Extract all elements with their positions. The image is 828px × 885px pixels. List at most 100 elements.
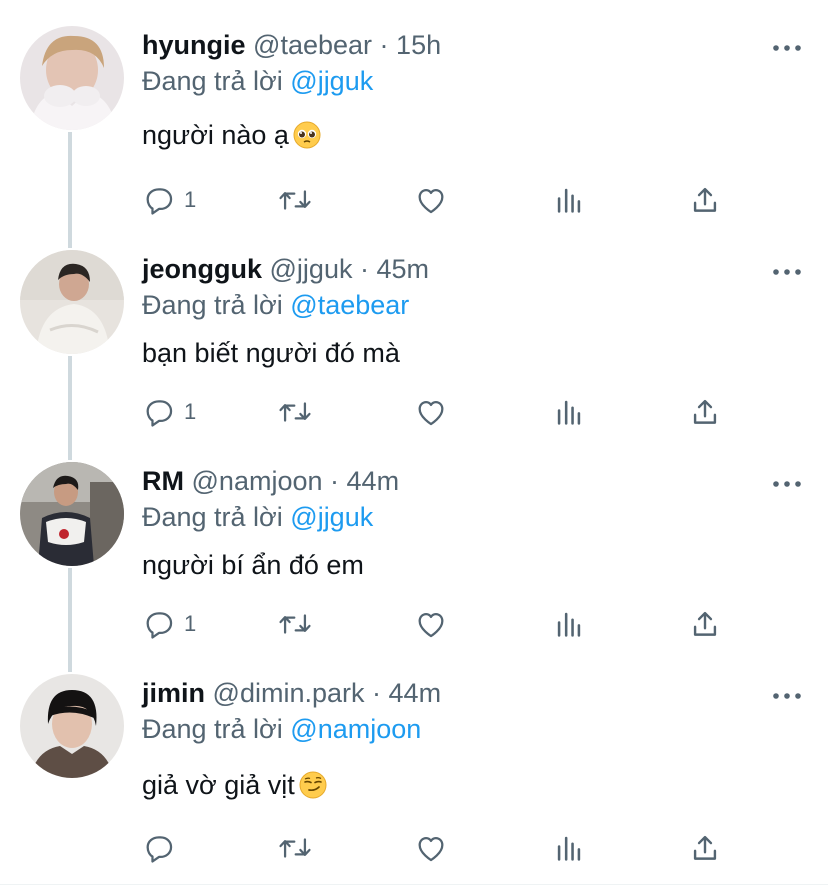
share-icon (693, 399, 717, 424)
views-button[interactable] (552, 830, 586, 866)
share-button[interactable] (688, 830, 722, 866)
like-icon (418, 612, 444, 638)
mention-link[interactable]: @jjguk (290, 66, 373, 96)
replying-to: Đang trả lời @taebear (142, 288, 409, 322)
tweet-header: RM @namjoon · 44m (142, 464, 399, 498)
like-icon (418, 400, 444, 426)
share-button[interactable] (688, 606, 722, 642)
display-name[interactable]: hyungie (142, 30, 246, 60)
like-button[interactable] (414, 606, 448, 642)
timestamp[interactable]: 44m (347, 466, 400, 496)
tweet-actions: 1 (140, 606, 740, 642)
user-handle[interactable]: @jjguk (270, 254, 353, 284)
more-icon (773, 693, 801, 699)
user-handle[interactable]: @dimin.park (213, 678, 365, 708)
tweet-text: giả vờ giả vịt (142, 768, 327, 807)
timestamp[interactable]: 45m (377, 254, 430, 284)
smirking-face-icon (299, 771, 327, 807)
share-button[interactable] (688, 394, 722, 430)
tweet[interactable]: jimin @dimin.park · 44m Đang trả lời @na… (0, 648, 828, 885)
replying-to: Đang trả lời @jjguk (142, 64, 373, 98)
tweet[interactable]: hyungie @taebear · 15h Đang trả lời @jjg… (0, 0, 828, 225)
tweet-actions (140, 830, 740, 866)
replying-to-label: Đang trả lời (142, 66, 283, 96)
more-icon (773, 481, 801, 487)
reply-button[interactable]: 1 (142, 606, 196, 642)
tweet-text-content: người bí ẩn đó em (142, 550, 364, 580)
retweet-button[interactable] (276, 182, 314, 218)
avatar-rm[interactable] (20, 462, 124, 566)
more-options-button[interactable] (772, 688, 802, 699)
tweet-text-content: giả vờ giả vịt (142, 770, 295, 800)
views-icon (557, 400, 581, 425)
reply-icon (146, 188, 173, 215)
replying-to-label: Đang trả lời (142, 502, 283, 532)
tweet-text: bạn biết người đó mà (142, 336, 400, 370)
mention-link[interactable]: @namjoon (290, 714, 421, 744)
retweet-button[interactable] (276, 830, 314, 866)
retweet-button[interactable] (276, 606, 314, 642)
separator-dot: · (330, 466, 340, 496)
reply-icon (146, 836, 173, 863)
views-button[interactable] (552, 606, 586, 642)
mention-link[interactable]: @taebear (290, 290, 409, 320)
mention-link[interactable]: @jjguk (290, 502, 373, 532)
like-icon (418, 188, 444, 214)
reply-count: 1 (184, 399, 197, 424)
reply-count: 1 (184, 611, 197, 636)
replying-to: Đang trả lời @namjoon (142, 712, 421, 746)
reply-count: 1 (184, 187, 197, 212)
more-options-button[interactable] (772, 264, 802, 275)
separator-dot: · (372, 678, 382, 708)
retweet-icon (279, 838, 311, 858)
tweet-header: jimin @dimin.park · 44m (142, 676, 441, 710)
share-icon (693, 835, 717, 860)
reply-icon (146, 612, 173, 639)
avatar-jeongguk[interactable] (20, 250, 124, 354)
tweet-text: người bí ẩn đó em (142, 548, 364, 582)
separator-dot: · (379, 30, 389, 60)
avatar-jimin[interactable] (20, 674, 124, 778)
replying-to-label: Đang trả lời (142, 714, 283, 744)
like-icon (418, 836, 444, 862)
retweet-icon (279, 614, 311, 634)
like-button[interactable] (414, 830, 448, 866)
retweet-icon (279, 190, 311, 210)
tweet-actions: 1 (140, 394, 740, 430)
tweet[interactable]: RM @namjoon · 44m Đang trả lời @jjguk ng… (0, 436, 828, 649)
views-icon (557, 188, 581, 213)
tweet-actions: 1 (140, 182, 740, 218)
more-icon (773, 269, 801, 275)
like-button[interactable] (414, 394, 448, 430)
replying-to-label: Đang trả lời (142, 290, 283, 320)
share-icon (693, 611, 717, 636)
tweet[interactable]: jeongguk @jjguk · 45m Đang trả lời @taeb… (0, 224, 828, 437)
tweet-header: hyungie @taebear · 15h (142, 28, 441, 62)
reply-button[interactable]: 1 (142, 182, 196, 218)
display-name[interactable]: jeongguk (142, 254, 262, 284)
views-button[interactable] (552, 394, 586, 430)
user-handle[interactable]: @taebear (253, 30, 372, 60)
more-options-button[interactable] (772, 476, 802, 487)
timestamp[interactable]: 44m (389, 678, 442, 708)
more-options-button[interactable] (772, 40, 802, 51)
retweet-button[interactable] (276, 394, 314, 430)
tweet-header: jeongguk @jjguk · 45m (142, 252, 429, 286)
reply-button[interactable]: 1 (142, 394, 196, 430)
tweet-text-content: người nào ạ (142, 120, 289, 150)
share-button[interactable] (688, 182, 722, 218)
display-name[interactable]: RM (142, 466, 184, 496)
user-handle[interactable]: @namjoon (192, 466, 323, 496)
views-icon (557, 836, 581, 861)
reply-button[interactable] (142, 830, 184, 866)
pleading-face-icon (293, 121, 321, 157)
like-button[interactable] (414, 182, 448, 218)
display-name[interactable]: jimin (142, 678, 205, 708)
timestamp[interactable]: 15h (396, 30, 441, 60)
avatar-hyungie[interactable] (20, 26, 124, 130)
more-icon (773, 45, 801, 51)
retweet-icon (279, 402, 311, 422)
reply-icon (146, 400, 173, 427)
views-icon (557, 612, 581, 637)
views-button[interactable] (552, 182, 586, 218)
